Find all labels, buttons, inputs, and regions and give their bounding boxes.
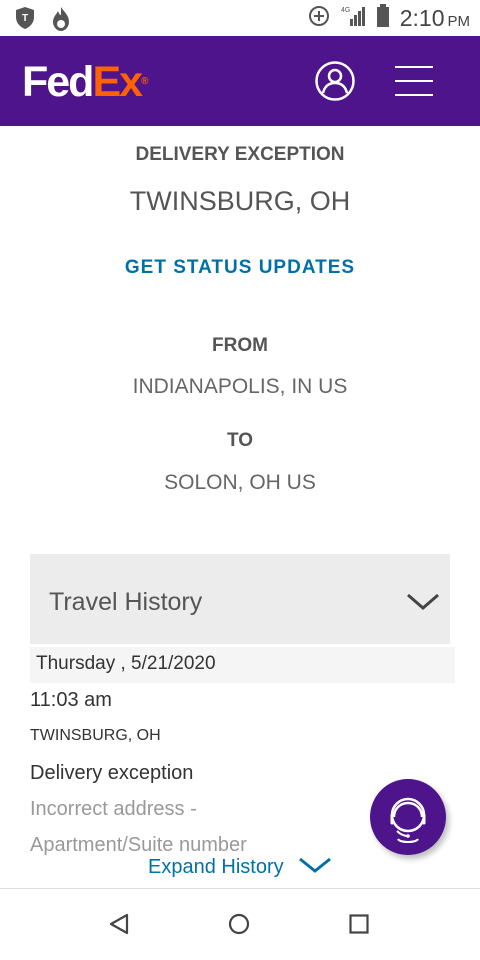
svg-text:T: T	[22, 13, 28, 24]
home-icon[interactable]	[228, 913, 250, 940]
clock: 2:10 PM	[399, 5, 470, 31]
chevron-down-icon	[298, 855, 332, 880]
from-label: FROM	[212, 335, 268, 356]
event-status: Delivery exception	[30, 762, 194, 784]
travel-history-title: Travel History	[49, 588, 203, 616]
event-time: 11:03 am	[30, 689, 112, 711]
to-label: TO	[226, 430, 254, 451]
expand-history-button[interactable]: Expand History	[148, 855, 332, 880]
app-header: FedEx®	[0, 36, 480, 126]
shipment-location: TWINSBURG, OH	[129, 186, 351, 216]
fire-icon	[50, 6, 72, 37]
event-detail: Incorrect address -	[30, 798, 197, 820]
travel-history-toggle[interactable]: Travel History	[30, 554, 450, 644]
support-agent-icon	[390, 797, 426, 843]
chevron-down-icon	[406, 592, 440, 617]
chat-support-button[interactable]	[370, 779, 446, 855]
hamburger-menu-icon[interactable]	[395, 66, 433, 96]
data-saver-icon	[308, 5, 330, 32]
history-date-row: Thursday , 5/21/2020	[30, 647, 455, 683]
back-icon[interactable]	[108, 913, 130, 940]
get-status-updates-link[interactable]: GET STATUS UPDATES	[0, 257, 480, 279]
svg-text:4G: 4G	[341, 7, 350, 14]
system-nav-bar	[0, 889, 480, 960]
account-icon[interactable]	[315, 61, 355, 101]
shipment-status: DELIVERY EXCEPTION	[135, 144, 345, 165]
recents-icon[interactable]	[349, 914, 369, 939]
signal-icon: 4G	[340, 4, 366, 33]
event-detail-continued: Apartment/Suite number	[30, 834, 247, 856]
battery-icon	[376, 4, 390, 33]
from-value: INDIANAPOLIS, IN US	[132, 375, 348, 398]
expand-history-label: Expand History	[148, 856, 284, 878]
to-value: SOLON, OH US	[164, 471, 316, 494]
history-date: Thursday , 5/21/2020	[36, 653, 216, 674]
event-location: TWINSBURG, OH	[30, 727, 161, 744]
fedex-logo[interactable]: FedEx®	[22, 58, 148, 106]
shield-icon: T	[14, 6, 36, 37]
status-bar: T 4G 2:10 PM	[0, 0, 480, 36]
